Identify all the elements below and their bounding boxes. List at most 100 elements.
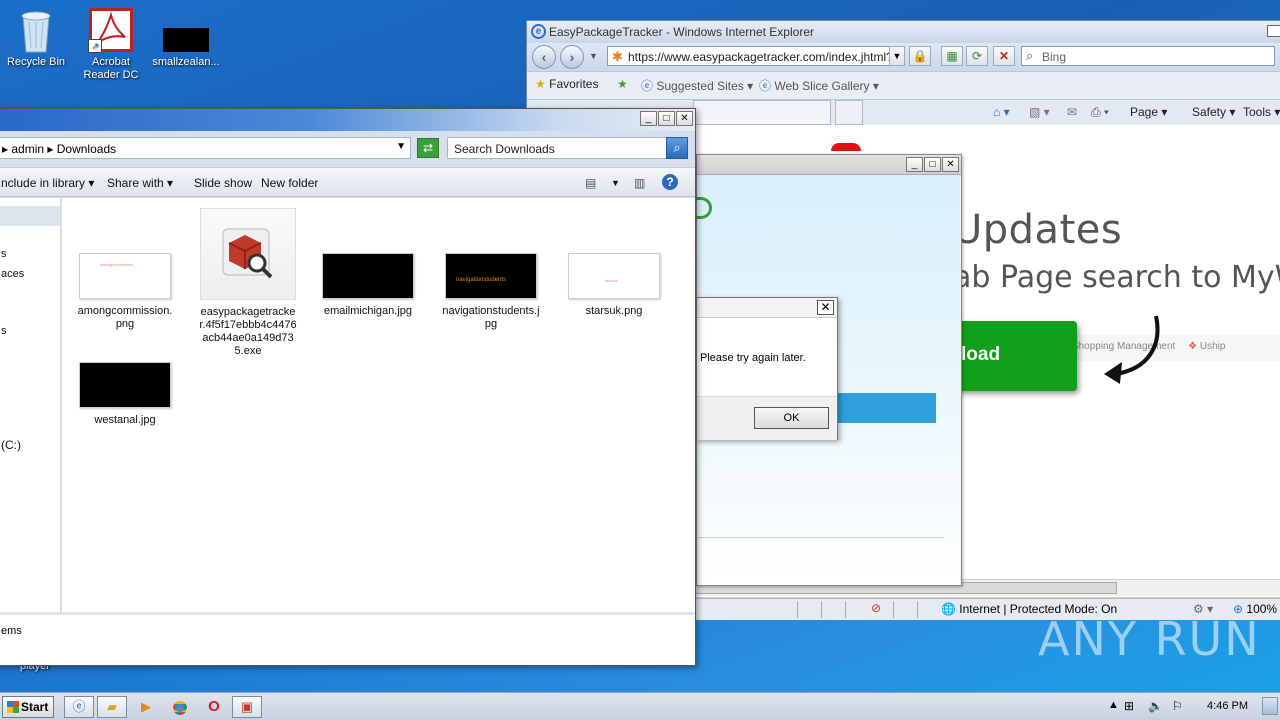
help-icon[interactable]: ? [662, 174, 678, 190]
status-cell [821, 601, 843, 618]
nav-item-drive-c[interactable]: (C:) [1, 438, 21, 452]
change-view-icon[interactable]: ▤ [585, 176, 596, 190]
dialog-close-button[interactable]: ✕ [817, 300, 834, 315]
close-button[interactable]: ✕ [942, 157, 959, 172]
image-thumbnail: navigationstudents [445, 253, 537, 299]
slide-show-button[interactable]: Slide show [194, 176, 252, 190]
favorites-button[interactable]: ★ Favorites [535, 77, 598, 91]
file-item[interactable]: starsuk starsuk.png [564, 253, 664, 318]
mail-icon[interactable]: ✉ [1067, 105, 1077, 119]
add-favorite-icon[interactable]: ★ [617, 77, 628, 91]
desktop-icon-label: smallzealan... [152, 56, 220, 68]
windows-logo-icon [7, 701, 19, 713]
file-name: amongcommission.png [77, 305, 173, 330]
explorer-search-placeholder: Search Downloads [454, 142, 555, 156]
back-button[interactable]: ‹ [532, 45, 556, 69]
breadcrumb[interactable]: ▸ admin ▸ Downloads ▼ [0, 137, 411, 159]
view-options-dropdown[interactable]: ▼ [611, 178, 620, 188]
new-tab-button[interactable] [835, 100, 863, 125]
site-logo-partial [831, 143, 861, 151]
ie-title: EasyPackageTracker - Windows Internet Ex… [549, 25, 814, 39]
status-cell [797, 601, 819, 618]
refresh-button[interactable]: ⇄ [417, 138, 439, 158]
nav-item[interactable]: aces [1, 268, 24, 280]
ok-button[interactable]: OK [754, 407, 829, 429]
tab-blank[interactable] [693, 100, 831, 125]
volume-icon[interactable]: 🔈 [1148, 699, 1163, 713]
opera-icon: O [208, 698, 220, 715]
ie-minimize-button[interactable] [1267, 25, 1280, 37]
home-icon[interactable]: ⌂ ▾ [993, 105, 1010, 119]
chevron-down-icon[interactable]: ▼ [396, 141, 406, 152]
breadcrumb-folder[interactable]: Downloads [57, 142, 116, 156]
breadcrumb-user[interactable]: admin [11, 142, 44, 156]
taskbar-ie-button[interactable]: ⓔ [64, 696, 94, 718]
address-bar[interactable]: ✱ https://www.easypackagetracker.com/ind… [607, 46, 905, 66]
show-hidden-icons-button[interactable]: ▲ [1108, 699, 1119, 711]
download-button[interactable]: load [953, 321, 1077, 391]
safety-menu[interactable]: Safety ▾ [1192, 105, 1235, 119]
file-item[interactable]: easypackagetracker.4f5f17ebbb4c4476acb44… [198, 208, 298, 358]
tools-menu-label: Tools [1243, 105, 1272, 119]
file-item[interactable]: emailmichigan.jpg [318, 253, 418, 318]
stop-icon[interactable]: ✕ [993, 46, 1015, 66]
file-name: navigationstudents.jpg [442, 305, 540, 330]
favorites-bar: ★ Favorites ★ ⓔ Suggested Sites ▾ ⓔ Web … [527, 71, 1280, 99]
action-center-flag-icon[interactable]: ⚐ [1172, 699, 1183, 713]
nav-item[interactable]: s [1, 248, 7, 260]
desktop-icon-acrobat[interactable]: ↗ Acrobat Reader DC [73, 8, 149, 82]
star-icon: ★ [535, 77, 546, 91]
minimize-button[interactable]: _ [906, 157, 923, 172]
taskbar-media-player-button[interactable]: ▶ [131, 696, 161, 718]
dialog-titlebar: ✕ [697, 298, 837, 318]
taskbar-explorer-button[interactable]: ▰ [97, 696, 127, 718]
status-cell [917, 601, 939, 618]
ie-icon: ⓔ [72, 699, 86, 714]
refresh-icon[interactable]: ⟳ [966, 46, 988, 66]
lock-icon[interactable]: 🔒 [909, 46, 931, 66]
taskbar-package-tracker-button[interactable]: ▣ [232, 696, 262, 718]
search-icon[interactable]: ⌕ [666, 137, 688, 159]
file-item[interactable]: amongcommission amongcommission.png [75, 253, 175, 331]
forward-button[interactable]: › [560, 45, 584, 69]
search-icon: ⌕ [1026, 48, 1034, 63]
start-button[interactable]: Start [2, 696, 54, 718]
new-folder-button[interactable]: New folder [261, 176, 318, 190]
error-dialog: ✕ Please try again later. OK [696, 297, 838, 440]
file-item[interactable]: navigationstudents navigationstudents.jp… [441, 253, 541, 331]
share-with-button[interactable]: Share with ▾ [107, 176, 173, 190]
address-dropdown-button[interactable]: ▼ [889, 46, 905, 66]
include-in-library-button[interactable]: nclude in library ▾ [1, 176, 94, 190]
page-favicon-icon: ✱ [612, 49, 623, 64]
desktop-icon-smallzealan[interactable]: smallzealan... [148, 8, 224, 69]
print-icon[interactable]: ⎙ ▾ [1091, 105, 1109, 120]
preview-pane-icon[interactable]: ▥ [634, 176, 645, 190]
recent-pages-dropdown[interactable]: ▼ [589, 51, 598, 61]
nav-item[interactable]: s [1, 325, 7, 337]
popup-progress-bar [838, 393, 936, 423]
tools-menu[interactable]: Tools ▾ [1243, 105, 1280, 119]
network-icon[interactable]: ⊞ [1124, 699, 1134, 713]
show-desktop-button[interactable] [1262, 697, 1278, 715]
maximize-button[interactable]: □ [658, 111, 675, 126]
taskbar-opera-button[interactable]: O [199, 696, 229, 718]
ie-titlebar: e EasyPackageTracker - Windows Internet … [527, 21, 1280, 43]
taskbar-chrome-button[interactable] [165, 696, 195, 718]
folder-icon: ▰ [107, 699, 117, 714]
desktop-icon-recycle-bin[interactable]: Recycle Bin [0, 8, 74, 69]
maximize-button[interactable]: □ [924, 157, 941, 172]
feeds-icon[interactable]: ▧ ▾ [1029, 105, 1050, 119]
web-slice-gallery-button[interactable]: ⓔ Web Slice Gallery ▾ [759, 77, 879, 94]
clock[interactable]: 4:46 PM [1207, 700, 1248, 712]
minimize-button[interactable]: _ [640, 111, 657, 126]
explorer-search-input[interactable]: Search Downloads ⌕ [447, 137, 688, 159]
ie-search-placeholder: Bing [1042, 50, 1067, 64]
page-menu[interactable]: Page ▾ [1130, 105, 1167, 119]
close-button[interactable]: ✕ [676, 111, 693, 126]
file-item[interactable]: westanal.jpg [75, 362, 175, 427]
compatibility-view-icon[interactable]: ▦ [941, 46, 963, 66]
nav-selected-item[interactable] [0, 206, 60, 226]
suggested-sites-button[interactable]: ⓔ Suggested Sites ▾ [641, 77, 753, 94]
ie-search-input[interactable]: ⌕ Bing [1021, 46, 1275, 66]
web-slice-gallery-label: Web Slice Gallery [774, 79, 870, 93]
